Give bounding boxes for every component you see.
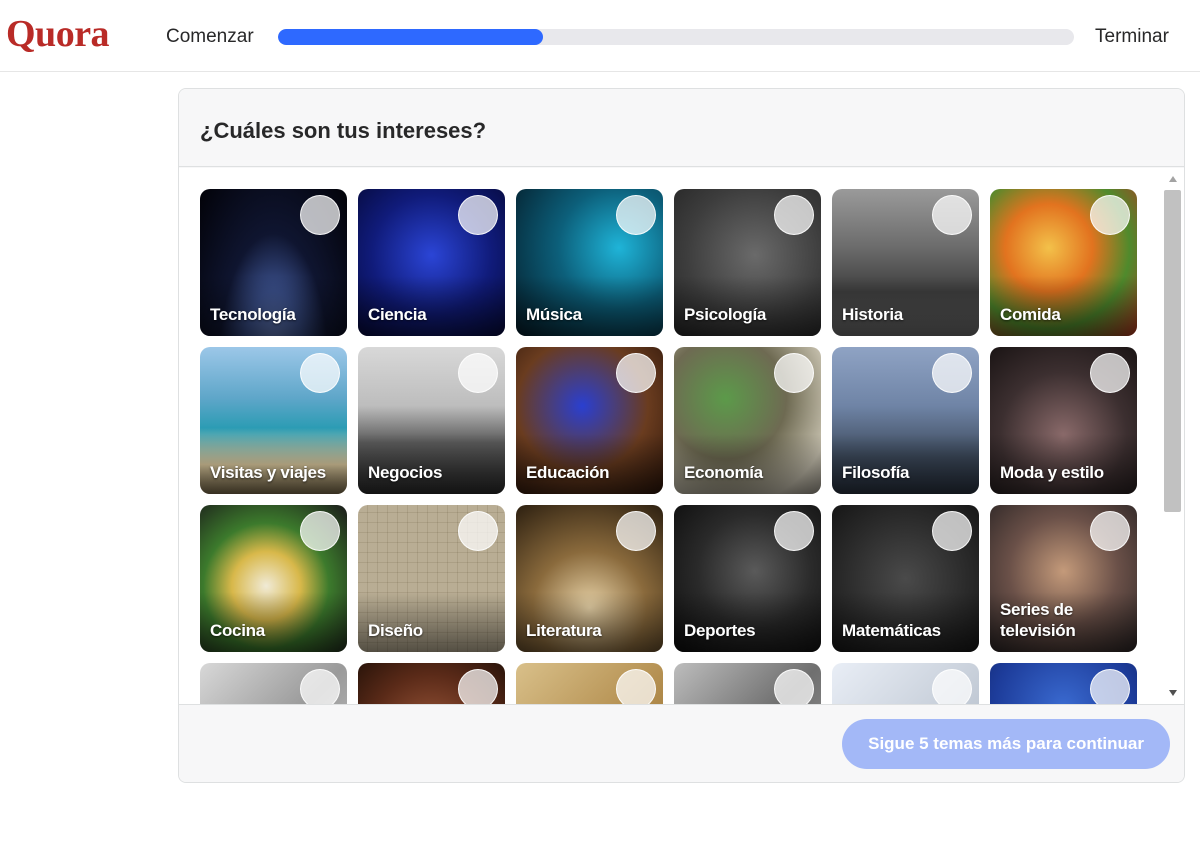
topic-label: Tecnología bbox=[210, 305, 296, 324]
select-circle-icon[interactable] bbox=[616, 669, 656, 704]
topic-tile[interactable]: Ciencia bbox=[358, 189, 505, 336]
select-circle-icon[interactable] bbox=[1090, 669, 1130, 704]
topic-tile[interactable]: Negocios bbox=[358, 347, 505, 494]
select-circle-icon[interactable] bbox=[932, 511, 972, 551]
topic-label: Educación bbox=[526, 463, 610, 482]
select-circle-icon[interactable] bbox=[458, 353, 498, 393]
topic-tile[interactable] bbox=[674, 663, 821, 704]
topic-tile[interactable]: Series de televisión bbox=[990, 505, 1137, 652]
select-circle-icon[interactable] bbox=[774, 669, 814, 704]
top-bar: Quora Comenzar Terminar bbox=[0, 0, 1200, 72]
topic-tile[interactable]: Moda y estilo bbox=[990, 347, 1137, 494]
select-circle-icon[interactable] bbox=[932, 669, 972, 704]
topic-label: Negocios bbox=[368, 463, 443, 482]
topic-tile[interactable] bbox=[990, 663, 1137, 704]
topic-tile[interactable]: Deportes bbox=[674, 505, 821, 652]
interests-card: ¿Cuáles son tus intereses? Tecnología Cie… bbox=[178, 88, 1185, 783]
topic-tile[interactable]: Cocina bbox=[200, 505, 347, 652]
select-circle-icon[interactable] bbox=[616, 195, 656, 235]
topic-label: Psicología bbox=[684, 305, 767, 324]
select-circle-icon[interactable] bbox=[458, 195, 498, 235]
progress-end-label: Terminar bbox=[1095, 26, 1169, 47]
select-circle-icon[interactable] bbox=[774, 511, 814, 551]
topic-label: Moda y estilo bbox=[1000, 463, 1104, 482]
topic-label: Visitas y viajes bbox=[210, 463, 326, 482]
continue-button[interactable]: Sigue 5 temas más para continuar bbox=[842, 719, 1170, 769]
select-circle-icon[interactable] bbox=[300, 669, 340, 704]
topic-label: Economía bbox=[684, 463, 763, 482]
topic-tile[interactable]: Educación bbox=[516, 347, 663, 494]
topic-label: Comida bbox=[1000, 305, 1061, 324]
topic-tile[interactable] bbox=[832, 663, 979, 704]
scrollbar[interactable] bbox=[1162, 168, 1184, 704]
select-circle-icon[interactable] bbox=[300, 353, 340, 393]
topic-label: Cocina bbox=[210, 621, 265, 640]
topic-label: Matemáticas bbox=[842, 621, 941, 640]
select-circle-icon[interactable] bbox=[1090, 511, 1130, 551]
topics-scroll-area[interactable]: Tecnología Ciencia Música Psicología Histori… bbox=[179, 168, 1184, 704]
scrollbar-thumb[interactable] bbox=[1164, 190, 1181, 512]
topic-tile[interactable]: Matemáticas bbox=[832, 505, 979, 652]
card-header: ¿Cuáles son tus intereses? bbox=[179, 89, 1184, 167]
scroll-up-arrow-icon[interactable] bbox=[1169, 176, 1177, 182]
topic-label: Filosofía bbox=[842, 463, 910, 482]
select-circle-icon[interactable] bbox=[774, 195, 814, 235]
card-footer: Sigue 5 temas más para continuar bbox=[179, 704, 1184, 782]
select-circle-icon[interactable] bbox=[458, 669, 498, 704]
select-circle-icon[interactable] bbox=[774, 353, 814, 393]
select-circle-icon[interactable] bbox=[300, 511, 340, 551]
topic-label: Deportes bbox=[684, 621, 756, 640]
topic-tile[interactable]: Psicología bbox=[674, 189, 821, 336]
select-circle-icon[interactable] bbox=[1090, 195, 1130, 235]
select-circle-icon[interactable] bbox=[932, 353, 972, 393]
progress-start-label: Comenzar bbox=[166, 26, 254, 47]
topic-tile[interactable]: Tecnología bbox=[200, 189, 347, 336]
select-circle-icon[interactable] bbox=[300, 195, 340, 235]
select-circle-icon[interactable] bbox=[1090, 353, 1130, 393]
topic-tile[interactable]: Comida bbox=[990, 189, 1137, 336]
topic-tile[interactable]: Economía bbox=[674, 347, 821, 494]
scroll-down-arrow-icon[interactable] bbox=[1169, 690, 1177, 696]
topic-tile[interactable] bbox=[200, 663, 347, 704]
select-circle-icon[interactable] bbox=[616, 511, 656, 551]
topic-tile[interactable]: Diseño bbox=[358, 505, 505, 652]
topic-tile[interactable]: Historia bbox=[832, 189, 979, 336]
topic-label: Literatura bbox=[526, 621, 602, 640]
progress-bar-fill bbox=[278, 29, 544, 45]
select-circle-icon[interactable] bbox=[458, 511, 498, 551]
select-circle-icon[interactable] bbox=[932, 195, 972, 235]
topic-tile[interactable]: Visitas y viajes bbox=[200, 347, 347, 494]
topic-label: Ciencia bbox=[368, 305, 427, 324]
page-title: ¿Cuáles son tus intereses? bbox=[200, 118, 487, 143]
topic-label: Historia bbox=[842, 305, 903, 324]
topic-tile[interactable] bbox=[358, 663, 505, 704]
onboarding-progress-bar bbox=[278, 29, 1074, 45]
topic-label: Series de televisión bbox=[1000, 600, 1076, 640]
topic-tile[interactable]: Filosofía bbox=[832, 347, 979, 494]
topic-tile[interactable]: Literatura bbox=[516, 505, 663, 652]
topic-tile[interactable]: Música bbox=[516, 189, 663, 336]
select-circle-icon[interactable] bbox=[616, 353, 656, 393]
topic-label: Música bbox=[526, 305, 582, 324]
topic-label: Diseño bbox=[368, 621, 423, 640]
quora-logo[interactable]: Quora bbox=[6, 12, 110, 56]
topic-tile[interactable] bbox=[516, 663, 663, 704]
